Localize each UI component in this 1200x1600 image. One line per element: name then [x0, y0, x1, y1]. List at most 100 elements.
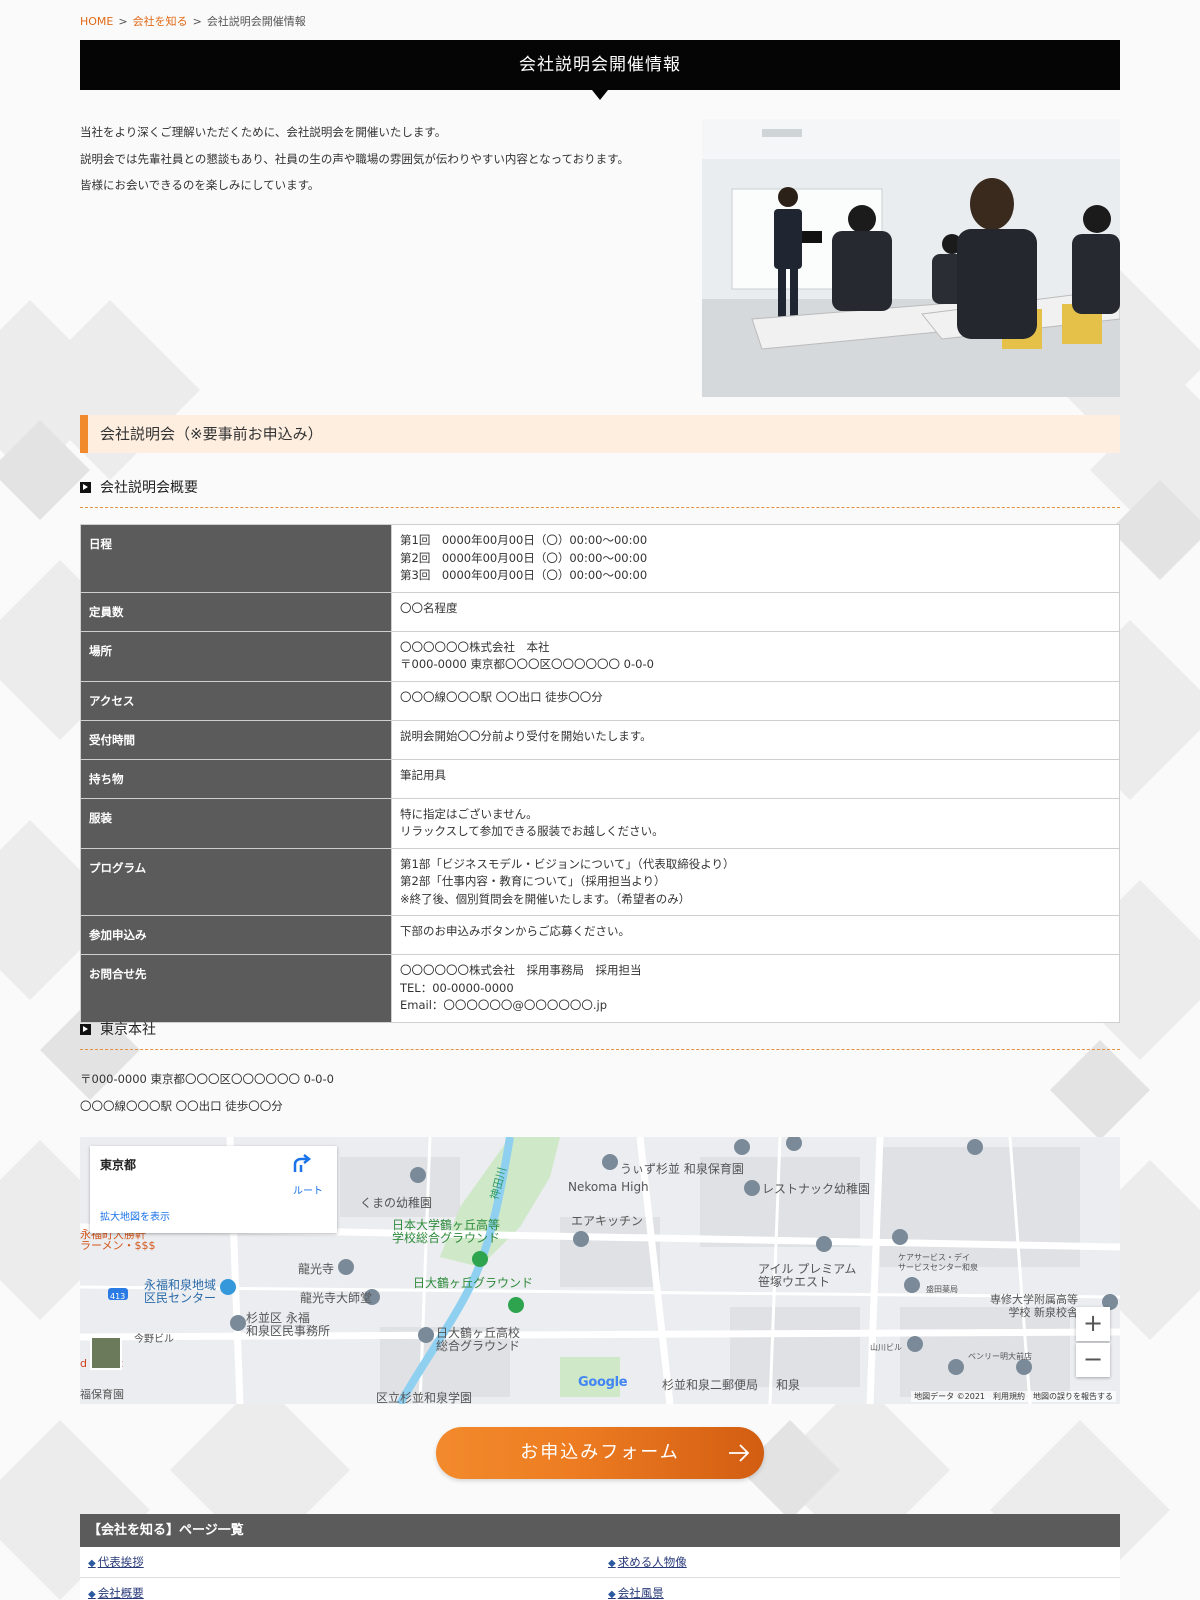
office-heading: 東京本社 — [80, 1018, 1120, 1050]
heading-marker-icon — [80, 482, 91, 493]
map-label: 専修大学附属高等 学校 新泉校舎 — [990, 1293, 1078, 1319]
overview-heading-text: 会社説明会概要 — [100, 480, 198, 496]
table-cell: 筆記用具 — [391, 758, 1120, 799]
cell-line: 説明会開始〇〇分前より受付を開始いたします。 — [400, 728, 652, 743]
zoom-out-button[interactable]: − — [1076, 1343, 1110, 1377]
table-row: 定員数 〇〇名程度 — [80, 591, 1120, 632]
list-row: ◆ 会社概要 ◆ 会社風景 — [80, 1578, 1120, 1600]
table-header-cell: 服装 — [80, 797, 392, 849]
table-cell: 第1回 0000年00月00日（〇）00:00～00:00 第2回 0000年0… — [391, 524, 1120, 593]
map-attribution[interactable]: 地図データ ©2021 利用規約 地図の誤りを報告する — [911, 1391, 1116, 1402]
view-larger-map-link[interactable]: 拡大地図を表示 — [100, 1208, 170, 1223]
satellite-toggle[interactable] — [90, 1336, 122, 1370]
map-label: レストナック幼稚園 — [762, 1182, 871, 1196]
google-map[interactable]: くまの幼稚園 日本大学鶴ヶ丘高等 学校総合グラウンド 日大鶴ヶ丘グラウンド 龍光… — [80, 1137, 1120, 1404]
office-heading-text: 東京本社 — [100, 1022, 156, 1038]
breadcrumb: HOME > 会社を知る > 会社説明会開催情報 — [80, 13, 306, 29]
cell-line: 特に指定はございません。 — [400, 806, 538, 821]
cell-line: 〒000-0000 東京都〇〇〇区〇〇〇〇〇〇 0-0-0 — [400, 657, 654, 671]
table-header-cell: 日程 — [80, 524, 392, 593]
list-row: ◆ 代表挨拶 ◆ 求める人物像 — [80, 1547, 1120, 1578]
diamond-icon: ◆ — [88, 1589, 96, 1600]
map-label: エアキッチン — [571, 1214, 644, 1228]
breadcrumb-parent-link[interactable]: 会社を知る — [133, 15, 188, 28]
cell-line: 〇〇〇〇〇〇株式会社 採用事務局 採用担当 — [400, 963, 642, 977]
table-header-cell: 場所 — [80, 630, 392, 682]
map-label: くまの幼稚園 — [360, 1196, 433, 1210]
table-cell: 第1部「ビジネスモデル・ビジョンについて」（代表取締役より） 第2部「仕事内容・… — [391, 847, 1120, 916]
cell-line: 第1回 0000年00月00日（〇）00:00～00:00 — [400, 533, 648, 547]
map-label: 盛田薬局 — [926, 1285, 958, 1294]
page-link-company-scenery[interactable]: ◆ 会社風景 — [608, 1578, 664, 1600]
breadcrumb-home-link[interactable]: HOME — [80, 15, 113, 28]
table-cell: 下部のお申込みボタンからご応募ください。 — [391, 915, 1120, 955]
table-row: 服装 特に指定はございません。 リラックスして参加できる服装でお越しください。 — [80, 797, 1120, 849]
map-label: 杉並区 永福 和泉区民事務所 — [246, 1311, 331, 1338]
map-label: 日本大学鶴ヶ丘高等 学校総合グラウンド — [392, 1218, 501, 1245]
table-header-cell: プログラム — [80, 847, 392, 916]
map-label: アイル プレミアム 笹塚ウエスト — [758, 1262, 857, 1289]
section-title: 会社説明会（※要事前お申込み） — [80, 415, 1120, 453]
page-link-greeting[interactable]: ◆ 代表挨拶 — [88, 1547, 144, 1579]
cell-line: 第2部「仕事内容・教育について」（採用担当より） — [400, 874, 666, 888]
zoom-in-button[interactable]: + — [1076, 1307, 1110, 1341]
page-link-company-overview[interactable]: ◆ 会社概要 — [88, 1578, 144, 1600]
diamond-icon: ◆ — [88, 1558, 96, 1569]
overview-heading: 会社説明会概要 — [80, 476, 1120, 508]
table-row: 日程 第1回 0000年00月00日（〇）00:00～00:00 第2回 000… — [80, 524, 1120, 593]
table-row: 受付時間 説明会開始〇〇分前より受付を開始いたします。 — [80, 719, 1120, 760]
intro-line: 皆様にお会いできるのを楽しみにしています。 — [80, 178, 320, 192]
cell-line: 第1部「ビジネスモデル・ビジョンについて」（代表取締役より） — [400, 856, 735, 871]
cell-line: 第2回 0000年00月00日（〇）00:00～00:00 — [400, 550, 648, 565]
directions-icon[interactable] — [289, 1152, 313, 1176]
table-cell: 〇〇〇〇〇〇株式会社 本社 〒000-0000 東京都〇〇〇区〇〇〇〇〇〇 0-… — [391, 630, 1120, 682]
map-label: 今野ビル — [134, 1334, 174, 1345]
map-label: うぃず杉並 和泉保育園 — [620, 1162, 744, 1176]
map-label: ケアサービス・デイ サービスセンター和泉 — [898, 1253, 978, 1272]
map-label: 区立杉並和泉学園 — [376, 1391, 473, 1405]
page-link-label: 会社概要 — [97, 1586, 144, 1600]
table-cell: 〇〇〇〇〇〇株式会社 採用事務局 採用担当 TEL：00-0000-0000 E… — [391, 954, 1120, 1023]
cell-line: リラックスして参加できる服装でお越しください。 — [400, 824, 664, 838]
apply-form-button[interactable]: お申込みフォーム — [436, 1427, 764, 1479]
table-cell: 特に指定はございません。 リラックスして参加できる服装でお越しください。 — [391, 797, 1120, 849]
map-label: 日大鶴ヶ丘グラウンド — [413, 1276, 534, 1290]
table-row: アクセス 〇〇〇線〇〇〇駅 〇〇出口 徒歩〇〇分 — [80, 680, 1120, 721]
heading-marker-icon — [80, 1024, 91, 1035]
map-label: 永福和泉地域 区民センター — [144, 1278, 217, 1305]
table-header-cell: アクセス — [80, 680, 392, 721]
page-title: 会社説明会開催情報 — [80, 40, 1120, 90]
table-cell: 〇〇名程度 — [391, 591, 1120, 632]
table-row: お問合せ先 〇〇〇〇〇〇株式会社 採用事務局 採用担当 TEL：00-0000-… — [80, 954, 1120, 1023]
table-header-cell: お問合せ先 — [80, 954, 392, 1023]
map-label: 日大鶴ヶ丘高校 総合グラウンド — [436, 1326, 521, 1353]
seminar-info-table: 日程 第1回 0000年00月00日（〇）00:00～00:00 第2回 000… — [80, 524, 1120, 1023]
google-logo-text: Google — [578, 1375, 628, 1390]
cell-line: Email：〇〇〇〇〇〇@〇〇〇〇〇〇.jp — [400, 998, 608, 1012]
cell-line: 〇〇〇線〇〇〇駅 〇〇出口 徒歩〇〇分 — [400, 689, 603, 704]
cell-line: 〇〇名程度 — [400, 600, 458, 615]
map-label: 福保育園 — [80, 1388, 124, 1401]
map-label: 和泉 — [776, 1378, 801, 1392]
map-label: 山川ビル — [870, 1343, 902, 1352]
map-label: 龍光寺大師堂 — [300, 1291, 373, 1305]
table-header-cell: 受付時間 — [80, 719, 392, 760]
table-header-cell: 参加申込み — [80, 915, 392, 955]
directions-link[interactable]: ルート — [293, 1182, 323, 1197]
office-address-block: 〒000-0000 東京都〇〇〇区〇〇〇〇〇〇 0-0-0 〇〇〇線〇〇〇駅 〇… — [80, 1066, 334, 1120]
cell-line: 第3回 0000年00月00日（〇）00:00～00:00 — [400, 568, 648, 582]
table-header-cell: 定員数 — [80, 591, 392, 632]
diamond-icon: ◆ — [608, 1558, 616, 1569]
table-row: 参加申込み 下部のお申込みボタンからご応募ください。 — [80, 915, 1120, 955]
cell-line: TEL：00-0000-0000 — [400, 980, 514, 995]
intro-line: 当社をより深くご理解いただくために、会社説明会を開催いたします。 — [80, 125, 447, 139]
page-link-label: 求める人物像 — [617, 1555, 687, 1569]
page-link-ideal-person[interactable]: ◆ 求める人物像 — [608, 1547, 687, 1579]
cell-line: 筆記用具 — [400, 767, 446, 782]
page-list-heading: 【会社を知る】ページ一覧 — [80, 1514, 1120, 1547]
map-label: Nekoma High — [568, 1180, 649, 1194]
page-link-label: 代表挨拶 — [97, 1555, 144, 1569]
breadcrumb-current: 会社説明会開催情報 — [206, 15, 306, 28]
google-logo: Google — [578, 1375, 628, 1390]
table-row: プログラム 第1部「ビジネスモデル・ビジョンについて」（代表取締役より） 第2部… — [80, 847, 1120, 916]
